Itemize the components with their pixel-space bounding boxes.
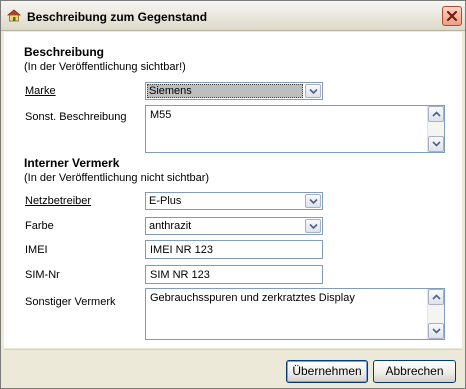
brand-label: Marke — [25, 85, 56, 97]
dialog-window: Beschreibung zum Gegenstand Beschreibung… — [0, 0, 466, 389]
sim-value: SIM NR 123 — [150, 269, 210, 281]
apply-button[interactable]: Übernehmen — [286, 360, 368, 383]
chevron-down-icon[interactable] — [305, 84, 321, 98]
app-icon — [6, 9, 22, 22]
brand-select[interactable]: Siemens — [145, 82, 323, 100]
color-label: Farbe — [25, 220, 54, 232]
brand-value: Siemens — [149, 85, 192, 97]
network-label: Netzbetreiber — [25, 195, 92, 207]
sim-label: SIM-Nr — [25, 269, 60, 281]
close-icon — [443, 7, 461, 25]
chevron-down-icon[interactable] — [305, 219, 321, 233]
form-panel: Beschreibung (In der Veröffentlichung si… — [4, 32, 462, 348]
footer-divider — [4, 349, 462, 350]
other-desc-label: Sonst. Beschreibung — [25, 111, 127, 123]
other-note-value: Gebrauchsspuren und zerkratztes Display — [150, 292, 355, 304]
window-title: Beschreibung zum Gegenstand — [27, 10, 208, 24]
section-public-hint: (In der Veröffentlichung sichtbar!) — [24, 61, 186, 73]
other-note-scrollbar[interactable] — [427, 289, 444, 339]
scroll-down-icon[interactable] — [428, 136, 444, 152]
imei-value: IMEI NR 123 — [150, 244, 213, 256]
section-internal-title: Interner Vermerk — [24, 156, 120, 170]
scroll-down-icon[interactable] — [428, 323, 444, 339]
sim-input[interactable]: SIM NR 123 — [145, 265, 323, 284]
network-value: E-Plus — [149, 195, 182, 207]
other-note-textarea[interactable]: Gebrauchsspuren und zerkratztes Display — [145, 288, 445, 340]
chevron-down-icon[interactable] — [305, 194, 321, 208]
section-public-title: Beschreibung — [24, 45, 105, 59]
color-select[interactable]: anthrazit — [145, 217, 323, 235]
close-button[interactable] — [442, 6, 462, 26]
other-desc-scrollbar[interactable] — [427, 106, 444, 152]
cancel-button[interactable]: Abbrechen — [373, 360, 456, 383]
title-bar[interactable]: Beschreibung zum Gegenstand — [1, 1, 465, 31]
network-select[interactable]: E-Plus — [145, 192, 323, 210]
imei-input[interactable]: IMEI NR 123 — [145, 240, 323, 259]
other-desc-textarea[interactable]: M55 — [145, 105, 445, 153]
scroll-up-icon[interactable] — [428, 106, 444, 122]
other-desc-value: M55 — [150, 109, 172, 121]
scroll-up-icon[interactable] — [428, 289, 444, 305]
other-note-label: Sonstiger Vermerk — [25, 296, 116, 308]
imei-label: IMEI — [25, 244, 48, 256]
color-value: anthrazit — [149, 220, 192, 232]
section-internal-hint: (In der Veröffentlichung nicht sichtbar) — [24, 172, 210, 184]
